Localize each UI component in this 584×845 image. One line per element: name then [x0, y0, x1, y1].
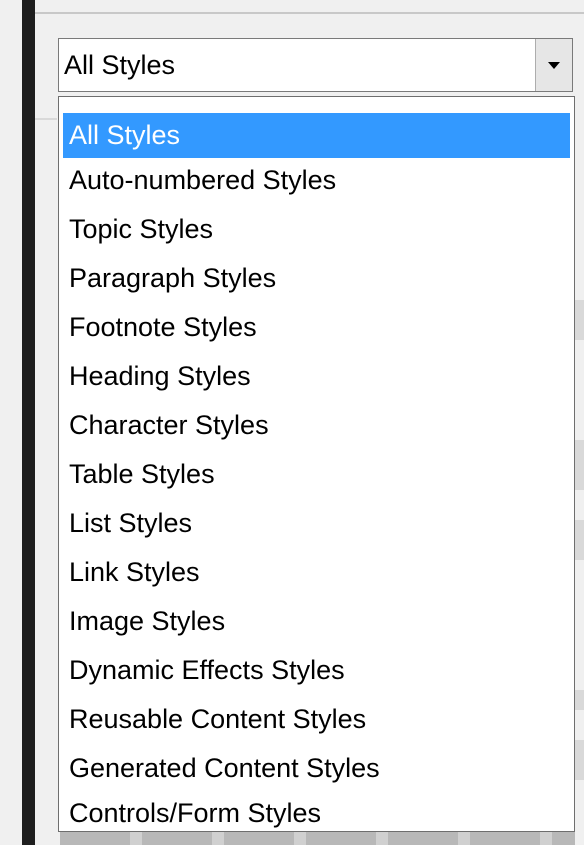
style-filter-value: All Styles [64, 50, 176, 80]
chevron-down-icon [548, 61, 560, 69]
background-panel-edge [575, 300, 584, 340]
style-filter-dropdown-list[interactable]: All Styles Auto-numbered Styles Topic St… [58, 96, 575, 832]
style-filter-select[interactable]: All Styles [58, 38, 573, 92]
background-toolbar-strip [60, 832, 575, 845]
dropdown-arrow-button[interactable] [535, 39, 572, 91]
background-panel-edge [575, 440, 584, 490]
option-image-styles[interactable]: Image Styles [63, 599, 570, 644]
option-controls-form-styles[interactable]: Controls/Form Styles [63, 791, 570, 831]
option-paragraph-styles[interactable]: Paragraph Styles [63, 256, 570, 301]
background-panel-edge [575, 520, 584, 560]
option-link-styles[interactable]: Link Styles [63, 550, 570, 595]
option-heading-styles[interactable]: Heading Styles [63, 354, 570, 399]
background-panel-edge [575, 740, 584, 780]
option-auto-numbered-styles[interactable]: Auto-numbered Styles [63, 158, 570, 203]
background-panel-edge [575, 690, 584, 710]
option-footnote-styles[interactable]: Footnote Styles [63, 305, 570, 350]
window-edge-bar [22, 0, 35, 845]
option-all-styles[interactable]: All Styles [63, 113, 570, 158]
panel-divider [35, 12, 584, 14]
background-panel-edge [35, 118, 57, 120]
option-topic-styles[interactable]: Topic Styles [63, 207, 570, 252]
option-reusable-content-styles[interactable]: Reusable Content Styles [63, 697, 570, 742]
option-dynamic-effects-styles[interactable]: Dynamic Effects Styles [63, 648, 570, 693]
option-generated-content-styles[interactable]: Generated Content Styles [63, 746, 570, 791]
option-character-styles[interactable]: Character Styles [63, 403, 570, 448]
option-table-styles[interactable]: Table Styles [63, 452, 570, 497]
option-list-styles[interactable]: List Styles [63, 501, 570, 546]
